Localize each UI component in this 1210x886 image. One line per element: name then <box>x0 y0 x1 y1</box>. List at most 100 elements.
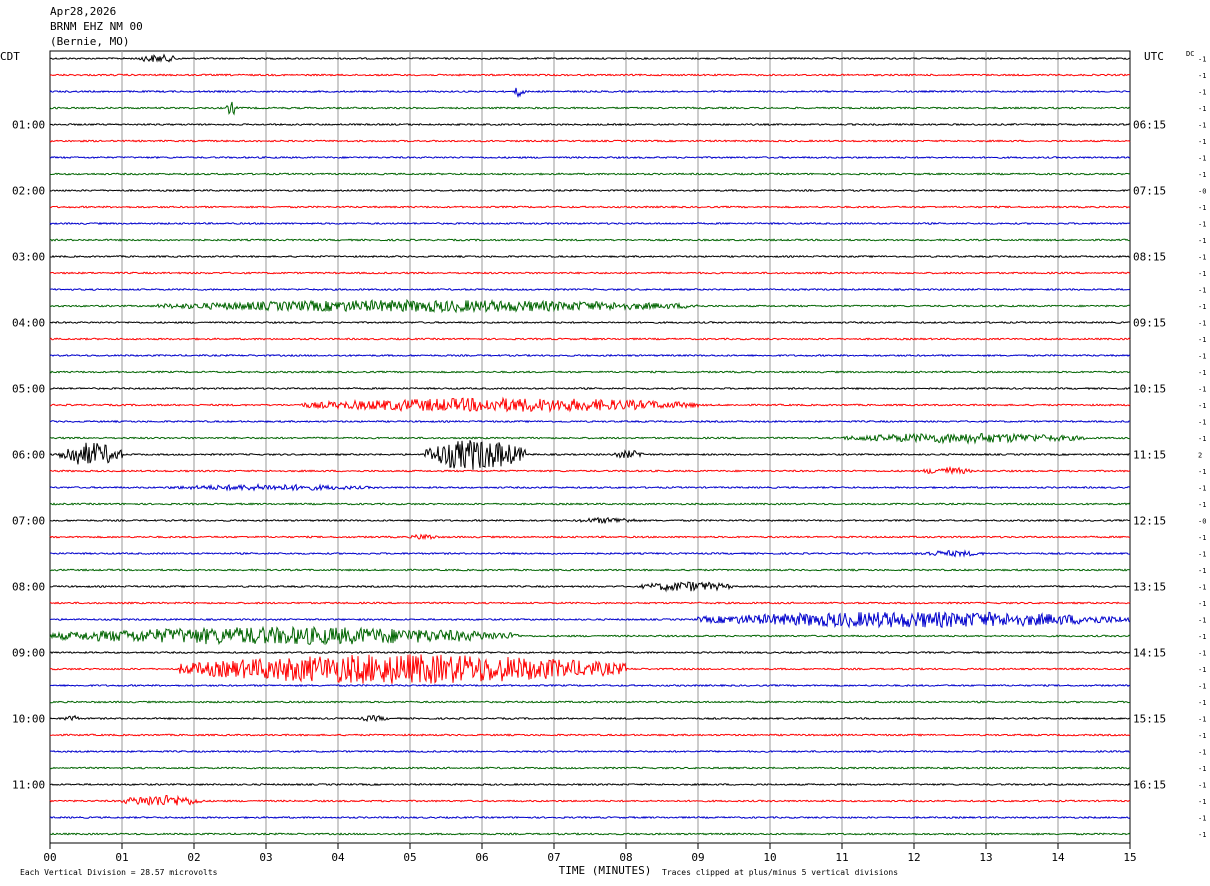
dc-offset-label: -1 <box>1198 468 1206 476</box>
dc-offset-label: -1 <box>1198 485 1206 493</box>
dc-offset-label: -1 <box>1198 666 1206 674</box>
seismic-trace <box>49 611 1131 629</box>
dc-offset-label: -1 <box>1198 237 1206 245</box>
seismic-trace <box>49 654 1131 684</box>
dc-offset-label: -1 <box>1198 287 1206 295</box>
dc-offset-label: -1 <box>1198 138 1206 146</box>
cdt-hour-label: 01:00 <box>12 119 45 132</box>
dc-offset-label: -1 <box>1198 336 1206 344</box>
seismic-trace <box>49 601 1131 605</box>
seismic-trace <box>49 221 1131 226</box>
grid-lines <box>49 50 1131 849</box>
dc-offset-label: -1 <box>1198 683 1206 691</box>
dc-offset-label: -1 <box>1198 551 1206 559</box>
seismic-trace <box>49 87 1131 98</box>
dc-offset-label: -1 <box>1198 171 1206 179</box>
seismic-trace <box>49 337 1131 341</box>
seismic-trace <box>49 815 1131 820</box>
cdt-hour-label: 09:00 <box>12 647 45 660</box>
cdt-hour-label: 10:00 <box>12 713 45 726</box>
x-tick-label: 10 <box>763 851 776 864</box>
seismic-trace <box>49 271 1131 275</box>
dc-offset-label: 2 <box>1198 452 1202 460</box>
x-tick-label: 15 <box>1123 851 1136 864</box>
seismic-trace <box>49 205 1131 209</box>
x-tick-label: 05 <box>403 851 416 864</box>
dc-offset-label: -1 <box>1198 584 1206 592</box>
x-tick-label: 04 <box>331 851 345 864</box>
dc-offset-label: -1 <box>1198 155 1206 163</box>
utc-hour-label: 16:15 <box>1133 779 1166 792</box>
utc-hour-label: 15:15 <box>1133 713 1166 726</box>
seismic-trace <box>49 139 1131 143</box>
cdt-hour-label: 08:00 <box>12 581 45 594</box>
utc-hour-label: 10:15 <box>1133 383 1166 396</box>
dc-offset-label: -1 <box>1198 782 1206 790</box>
seismic-trace <box>49 122 1131 127</box>
dc-offset-label: -1 <box>1198 650 1206 658</box>
utc-hour-label: 11:15 <box>1133 449 1166 462</box>
seismic-trace <box>49 832 1131 836</box>
dc-offset-label: -1 <box>1198 567 1206 575</box>
seismic-trace <box>49 533 1131 541</box>
seismic-trace <box>49 581 1131 593</box>
x-axis-title: TIME (MINUTES) <box>559 864 652 877</box>
location-label: (Bernie, MO) <box>50 35 129 48</box>
utc-hour-label: 12:15 <box>1133 515 1166 528</box>
seismic-trace <box>49 683 1131 688</box>
seismic-trace <box>49 766 1131 770</box>
x-tick-label: 01 <box>115 851 128 864</box>
seismic-trace <box>49 568 1131 572</box>
dc-offset-label: -1 <box>1198 270 1206 278</box>
x-tick-label: 14 <box>1051 851 1065 864</box>
utc-hour-label: 14:15 <box>1133 647 1166 660</box>
seismic-trace <box>49 419 1131 424</box>
dc-offset-label: -1 <box>1198 716 1206 724</box>
dc-offset-label: -1 <box>1198 221 1206 229</box>
seismic-trace <box>49 625 1131 646</box>
x-tick-label: 00 <box>43 851 56 864</box>
dc-offset-label: -1 <box>1198 815 1206 823</box>
clip-note: Traces clipped at plus/minus 5 vertical … <box>662 868 898 877</box>
dc-offset-label: -1 <box>1198 600 1206 608</box>
dc-offset-label: -1 <box>1198 89 1206 97</box>
cdt-hour-label: 04:00 <box>12 317 45 330</box>
seismic-trace <box>49 155 1131 160</box>
seismic-trace <box>49 172 1131 176</box>
date-label: Apr28,2026 <box>50 5 116 18</box>
utc-hour-label: 08:15 <box>1133 251 1166 264</box>
dc-offset-label: -1 <box>1198 122 1206 130</box>
dc-offset-label: -1 <box>1198 353 1206 361</box>
seismic-trace <box>49 749 1131 754</box>
dc-offset-label: -1 <box>1198 534 1206 542</box>
seismic-trace <box>49 73 1131 77</box>
utc-hour-label: 09:15 <box>1133 317 1166 330</box>
seismic-trace <box>49 386 1131 391</box>
dc-offset-label: -1 <box>1198 204 1206 212</box>
seismic-trace <box>49 549 1131 558</box>
seismic-trace <box>49 502 1131 506</box>
dc-offset-label: -1 <box>1198 765 1206 773</box>
x-tick-label: 11 <box>835 851 848 864</box>
seismic-trace <box>49 432 1131 445</box>
x-tick-label: 13 <box>979 851 992 864</box>
dc-label: DC <box>1186 50 1194 58</box>
seismic-trace <box>49 483 1131 492</box>
dc-offset-label: -1 <box>1198 303 1206 311</box>
cdt-hour-label: 03:00 <box>12 251 45 264</box>
vertical-division-note: Each Vertical Division = 28.57 microvolt… <box>20 868 218 877</box>
dc-offset-label: -1 <box>1198 732 1206 740</box>
dc-offset-label: -1 <box>1198 435 1206 443</box>
seismic-trace <box>49 287 1131 292</box>
seismic-trace <box>49 440 1131 470</box>
x-tick-label: 03 <box>259 851 272 864</box>
cdt-hour-label: 07:00 <box>12 515 45 528</box>
utc-hour-label: 13:15 <box>1133 581 1166 594</box>
seismic-trace <box>49 465 1131 476</box>
right-axis-label: UTC <box>1144 50 1164 63</box>
utc-hour-label: 07:15 <box>1133 185 1166 198</box>
seismic-trace <box>49 353 1131 358</box>
seismic-trace <box>49 53 1131 63</box>
plot-frame <box>49 50 1131 844</box>
left-axis-label: CDT <box>0 50 20 63</box>
